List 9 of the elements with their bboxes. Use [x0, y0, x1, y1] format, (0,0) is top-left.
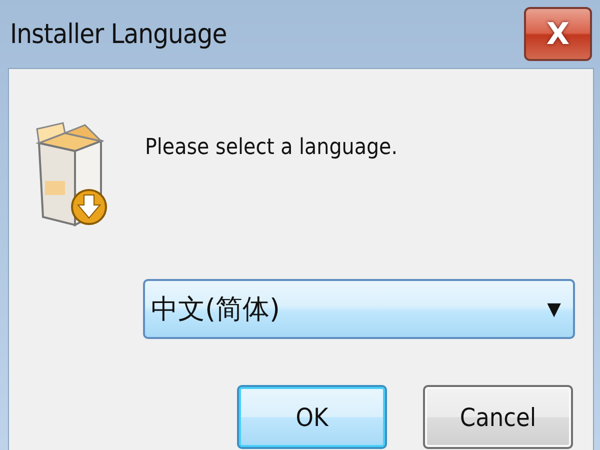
window-title: Installer Language	[10, 18, 227, 50]
close-button[interactable]: X	[524, 7, 592, 61]
default-button[interactable]: OK	[237, 385, 387, 449]
prompt-text: Please select a language.	[145, 135, 398, 160]
installer-box-icon	[35, 121, 109, 229]
dropdown-arrow: ▼	[547, 298, 561, 320]
language-dropdown[interactable]: 中文(简体) ▼	[143, 279, 575, 339]
dropdown-value: 中文(简体)	[151, 293, 280, 327]
dialog-button[interactable]: Cancel	[423, 385, 573, 449]
